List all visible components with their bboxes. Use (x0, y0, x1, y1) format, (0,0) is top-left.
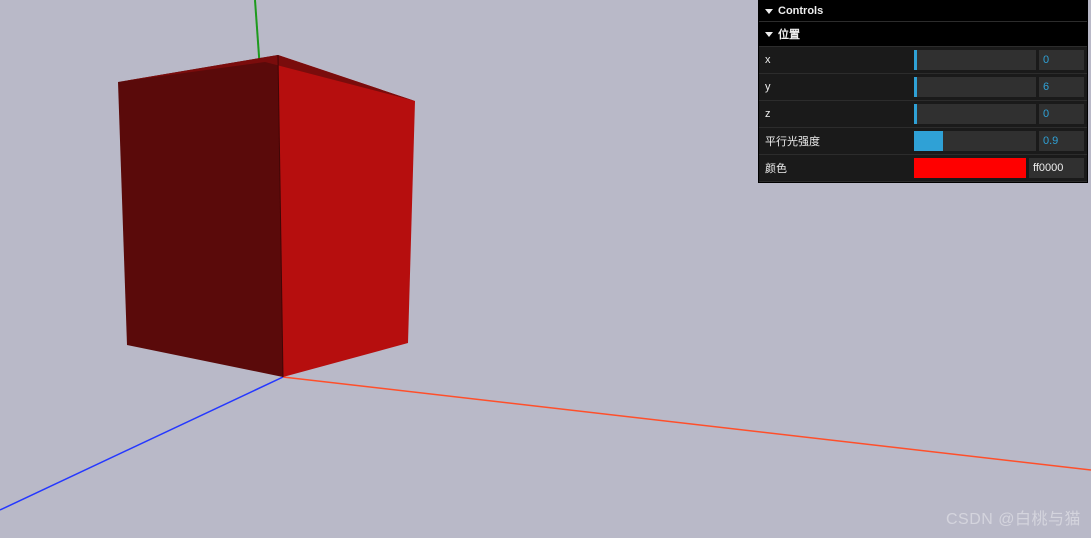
x-label: x (759, 47, 914, 73)
intensity-slider[interactable] (914, 131, 1036, 151)
chevron-down-icon (765, 32, 773, 37)
intensity-input[interactable] (1039, 131, 1084, 151)
color-swatch[interactable] (914, 158, 1026, 178)
position-folder-header[interactable]: 位置 (759, 22, 1087, 47)
controls-title-text: Controls (778, 5, 823, 17)
x-slider[interactable] (914, 50, 1036, 70)
controls-header[interactable]: Controls (759, 1, 1087, 22)
cube-left-face (118, 55, 283, 377)
y-input[interactable] (1039, 77, 1084, 97)
intensity-label: 平行光强度 (759, 128, 914, 154)
cube-front-face (278, 55, 415, 377)
z-axis (0, 377, 283, 510)
intensity-row: 平行光强度 (759, 128, 1087, 155)
z-slider[interactable] (914, 104, 1036, 124)
x-axis (283, 377, 1091, 470)
y-label: y (759, 74, 914, 100)
z-row: z (759, 101, 1087, 128)
z-label: z (759, 101, 914, 127)
controls-panel: Controls 位置 x y z 平行光强度 颜色 (758, 0, 1088, 183)
position-folder-label: 位置 (778, 26, 800, 42)
y-slider[interactable] (914, 77, 1036, 97)
chevron-down-icon (765, 9, 773, 14)
z-input[interactable] (1039, 104, 1084, 124)
y-row: y (759, 74, 1087, 101)
x-input[interactable] (1039, 50, 1084, 70)
color-input[interactable] (1029, 158, 1084, 178)
watermark: CSDN @白桃与猫 (946, 505, 1081, 529)
x-row: x (759, 47, 1087, 74)
color-label: 颜色 (759, 155, 914, 181)
color-row: 颜色 (759, 155, 1087, 182)
